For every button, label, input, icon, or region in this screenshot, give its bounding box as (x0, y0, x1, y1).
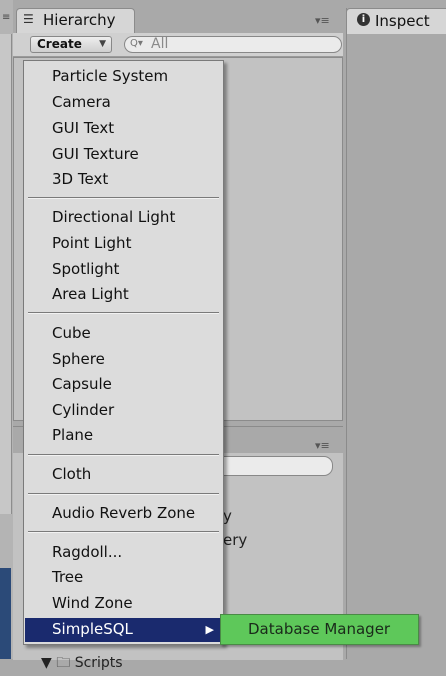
menu-item-tree[interactable]: Tree (25, 566, 222, 590)
expand-arrow-icon: ▼ (41, 655, 52, 671)
tab-hierarchy-label: Hierarchy (43, 11, 116, 29)
tab-inspector[interactable]: i Inspect (346, 8, 446, 34)
left-panel-selection (0, 568, 11, 659)
info-icon: i (357, 13, 370, 26)
menu-item-simplesql-label: SimpleSQL (52, 620, 133, 638)
menu-separator (28, 531, 219, 533)
menu-separator (28, 197, 219, 199)
chevron-down-icon: ▼ (99, 39, 106, 49)
menu-item-area-light[interactable]: Area Light (25, 283, 222, 307)
menu-item-cylinder[interactable]: Cylinder (25, 399, 222, 423)
menu-separator (28, 493, 219, 495)
menu-item-spotlight[interactable]: Spotlight (25, 258, 222, 282)
menu-separator (28, 312, 219, 314)
search-input[interactable]: Q▾ All (124, 36, 342, 53)
menu-item-cube[interactable]: Cube (25, 322, 222, 346)
create-button[interactable]: Create ▼ (30, 36, 112, 53)
left-panel-body (0, 34, 12, 514)
menu-item-directional-light[interactable]: Directional Light (25, 206, 222, 230)
menu-item-camera[interactable]: Camera (25, 91, 222, 115)
menu-item-capsule[interactable]: Capsule (25, 373, 222, 397)
folder-icon: 🗀 (56, 655, 71, 671)
menu-item-particle-system[interactable]: Particle System (25, 65, 222, 89)
list-icon: ☰ (23, 12, 34, 26)
menu-item-3d-text[interactable]: 3D Text (25, 168, 222, 192)
menu-item-cloth[interactable]: Cloth (25, 463, 222, 487)
project-text-fragment-1: y (223, 507, 232, 525)
menu-item-gui-text[interactable]: GUI Text (25, 117, 222, 141)
search-icon: Q▾ (130, 38, 143, 49)
project-text-fragment-2: ery (223, 531, 248, 549)
menu-item-plane[interactable]: Plane (25, 424, 222, 448)
project-options-icon[interactable]: ▾≡ (315, 439, 330, 452)
hierarchy-toolbar: Create ▼ Q▾ All (13, 33, 343, 57)
panel-menu-icon[interactable]: ≡ (2, 12, 10, 23)
tab-hierarchy[interactable]: ☰ Hierarchy (16, 8, 135, 34)
search-placeholder: All (151, 36, 169, 52)
inspector-panel (346, 8, 446, 659)
create-button-label: Create (37, 37, 82, 51)
menu-separator (28, 454, 219, 456)
menu-item-wind-zone[interactable]: Wind Zone (25, 592, 222, 616)
panel-options-icon[interactable]: ▾≡ (315, 14, 330, 27)
folder-label: Scripts (74, 655, 123, 671)
create-menu: Particle System Camera GUI Text GUI Text… (23, 60, 224, 645)
menu-item-simplesql[interactable]: SimpleSQL ▶ (25, 618, 222, 642)
submenu-arrow-icon: ▶ (205, 623, 214, 636)
tab-inspector-label: Inspect (375, 12, 430, 30)
menu-item-audio-reverb-zone[interactable]: Audio Reverb Zone (25, 502, 222, 526)
menu-item-sphere[interactable]: Sphere (25, 348, 222, 372)
submenu-item-label: Database Manager (248, 620, 391, 638)
menu-item-ragdoll[interactable]: Ragdoll... (25, 541, 222, 565)
folder-item-scripts[interactable]: ▼ 🗀 Scripts (41, 652, 123, 676)
menu-item-point-light[interactable]: Point Light (25, 232, 222, 256)
submenu-database-manager[interactable]: Database Manager (220, 614, 419, 645)
left-panel-edge: ≡ (0, 0, 13, 659)
menu-item-gui-texture[interactable]: GUI Texture (25, 143, 222, 167)
